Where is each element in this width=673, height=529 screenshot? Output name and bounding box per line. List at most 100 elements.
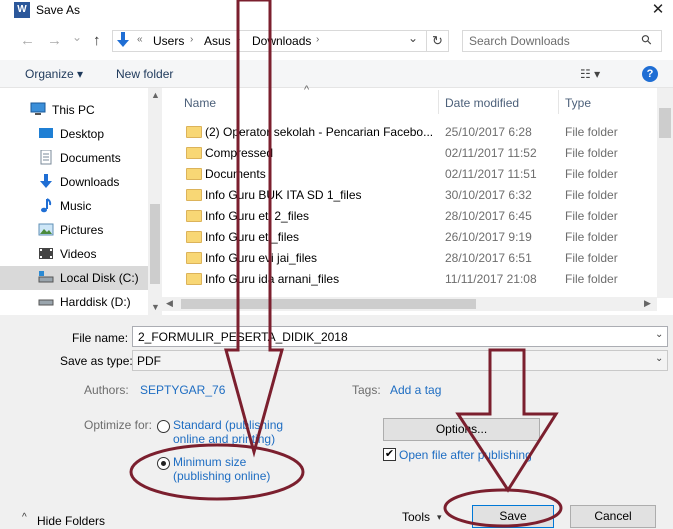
breadcrumb-separator: › [190, 34, 194, 45]
cancel-button[interactable]: Cancel [570, 505, 656, 528]
file-row[interactable]: Compressed 02/11/2017 11:52 File folder [170, 142, 657, 163]
sidebar-item-label: Local Disk (C:) [60, 271, 139, 285]
radio-standard-label-line1[interactable]: Standard (publishing [173, 418, 283, 432]
file-row[interactable]: Info Guru eti 2_files 28/10/2017 6:45 File… [170, 205, 657, 226]
organize-menu[interactable]: Organize ▾ [25, 67, 83, 81]
sidebar-item-desktop[interactable]: Desktop [0, 122, 148, 146]
file-row[interactable]: (2) Operator sekolah - Pencarian Facebo.… [170, 121, 657, 142]
file-date: 02/11/2017 11:52 [445, 146, 537, 160]
file-date: 02/11/2017 11:51 [445, 167, 537, 181]
file-name-label: File name: [72, 331, 129, 345]
sidebar-item-this-pc[interactable]: This PC [0, 98, 148, 122]
view-options-icon[interactable]: ☷ ▾ [580, 67, 600, 81]
forward-button[interactable]: → [47, 32, 62, 49]
file-row[interactable]: Info Guru evi jai_files 28/10/2017 6:51 Fi… [170, 247, 657, 268]
breadcrumb-asus[interactable]: Asus [204, 34, 231, 48]
file-row[interactable]: Info Guru BUK ITA SD 1_files 30/10/2017 6… [170, 184, 657, 205]
open-after-checkbox[interactable]: ✔ [383, 448, 396, 461]
music-icon [41, 198, 52, 213]
file-type: File folder [565, 209, 618, 223]
file-date: 25/10/2017 6:28 [445, 125, 532, 139]
scroll-left-arrow[interactable]: ◀ [166, 298, 173, 309]
tools-dropdown-icon[interactable]: ▾ [437, 512, 442, 523]
recent-locations-button[interactable]: ⌄ [72, 30, 82, 44]
sidebar-item-harddisk-d[interactable]: Harddisk (D:) [0, 290, 148, 314]
file-type: File folder [565, 167, 618, 181]
sidebar-item-pictures[interactable]: Pictures [0, 218, 148, 242]
close-button[interactable]: ✕ [643, 0, 673, 22]
folder-icon [186, 147, 202, 159]
file-name: Info Guru BUK ITA SD 1_files [205, 188, 362, 202]
new-folder-button[interactable]: New folder [116, 67, 173, 81]
radio-standard[interactable] [157, 420, 170, 433]
drive-icon [38, 299, 54, 306]
options-button[interactable]: Options... [383, 418, 540, 441]
save-type-select[interactable] [132, 350, 668, 371]
scroll-up-arrow[interactable]: ▲ [151, 90, 160, 100]
file-type: File folder [565, 251, 618, 265]
address-dropdown-icon[interactable]: ⌄ [408, 31, 418, 45]
radio-minimum-size[interactable] [157, 457, 170, 470]
tags-input[interactable]: Add a tag [390, 383, 441, 397]
pictures-icon [38, 223, 54, 236]
sidebar-item-downloads[interactable]: Downloads [0, 170, 148, 194]
file-row[interactable]: Documents 02/11/2017 11:51 File folder [170, 163, 657, 184]
file-type: File folder [565, 146, 618, 160]
sidebar-item-label: Documents [60, 151, 121, 165]
breadcrumb-overflow[interactable]: « [137, 34, 143, 45]
file-hscroll-thumb[interactable] [181, 299, 476, 309]
file-name: Info Guru evi jai_files [205, 251, 318, 265]
open-after-label[interactable]: Open file after publishing [399, 448, 532, 462]
sidebar-item-documents[interactable]: Documents [0, 146, 148, 170]
sidebar-scroll-thumb[interactable] [150, 204, 160, 284]
radio-standard-label-line2[interactable]: online and printing) [173, 432, 275, 446]
save-button[interactable]: Save [472, 505, 554, 528]
drive-icon [38, 271, 54, 283]
file-name: Info Guru ida arnani_files [205, 272, 340, 286]
radio-minimum-label-line2[interactable]: (publishing online) [173, 469, 270, 483]
folder-icon [186, 189, 202, 201]
sidebar-item-videos[interactable]: Videos [0, 242, 148, 266]
authors-value[interactable]: SEPTYGAR_76 [140, 383, 225, 397]
sidebar-item-local-disk-c[interactable]: Local Disk (C:) [0, 266, 148, 290]
file-date: 28/10/2017 6:51 [445, 251, 532, 265]
search-placeholder: Search Downloads [469, 34, 570, 48]
sidebar-item-label: Downloads [60, 175, 120, 189]
file-name: Compressed [205, 146, 274, 160]
breadcrumb-downloads[interactable]: Downloads [252, 34, 311, 48]
sidebar-item-music[interactable]: Music [0, 194, 148, 218]
file-type: File folder [565, 188, 618, 202]
title-bar [0, 0, 673, 22]
column-header-date[interactable]: Date modified [445, 96, 519, 110]
file-row[interactable]: Info Guru eti_files 26/10/2017 9:19 File f… [170, 226, 657, 247]
tools-menu[interactable]: Tools [402, 510, 430, 524]
help-icon[interactable]: ? [642, 66, 658, 82]
hide-folders-icon[interactable]: ^ [22, 512, 27, 523]
folder-icon [186, 168, 202, 180]
file-name: (2) Operator sekolah - Pencarian Facebo.… [205, 125, 434, 139]
back-button[interactable]: ← [20, 32, 35, 49]
file-row[interactable]: Info Guru ida arnani_files 11/11/2017 21:… [170, 268, 657, 289]
refresh-icon[interactable]: ↻ [432, 33, 443, 49]
file-name: Info Guru eti_files [205, 230, 300, 244]
save-type-label: Save as type: [60, 354, 133, 368]
column-header-type[interactable]: Type [565, 96, 591, 110]
radio-minimum-label-line1[interactable]: Minimum size [173, 455, 246, 469]
scroll-right-arrow[interactable]: ▶ [644, 298, 651, 309]
file-name-dropdown-icon[interactable]: ⌄ [655, 329, 663, 340]
folder-icon [186, 231, 202, 243]
scroll-down-arrow[interactable]: ▼ [151, 302, 160, 312]
file-date: 28/10/2017 6:45 [445, 209, 532, 223]
breadcrumb-users[interactable]: Users [153, 34, 184, 48]
file-scroll-thumb[interactable] [659, 108, 671, 138]
hide-folders-button[interactable]: Hide Folders [37, 514, 105, 528]
file-name-value: 2_FORMULIR_PESERTA_DIDIK_2018 [138, 330, 348, 344]
column-header-name[interactable]: Name [184, 96, 216, 110]
command-toolbar [0, 60, 673, 88]
pc-icon [30, 102, 46, 115]
file-date: 26/10/2017 9:19 [445, 230, 532, 244]
file-date: 11/11/2017 21:08 [445, 272, 537, 286]
file-name: Documents [205, 167, 266, 181]
up-button[interactable]: ↑ [93, 32, 101, 49]
save-type-dropdown-icon[interactable]: ⌄ [655, 353, 663, 364]
